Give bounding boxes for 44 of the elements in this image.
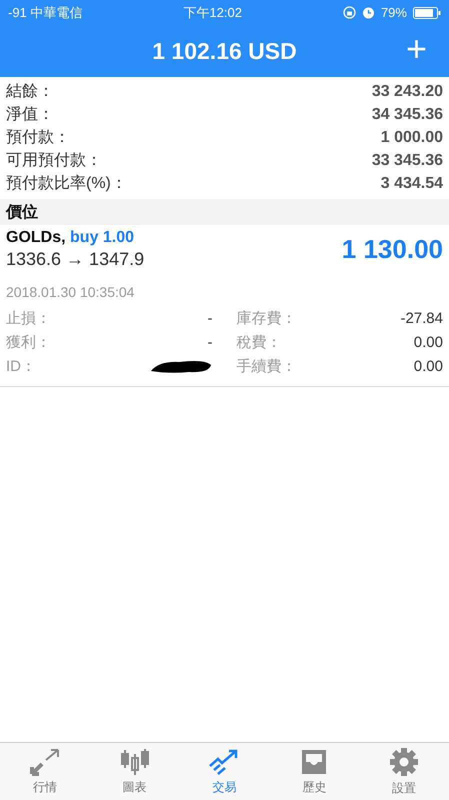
rotation-lock-icon xyxy=(342,6,356,19)
tab-bar-item[interactable]: 圖表 xyxy=(90,743,180,800)
section-title: 價位 xyxy=(6,202,38,222)
add-button[interactable]: + xyxy=(402,31,431,67)
summary-value: 3 434.54 xyxy=(380,174,443,192)
summary-label: 預付款： xyxy=(6,128,70,148)
position-symbol: GOLDs, buy 1.00 xyxy=(6,229,136,247)
settings-icon xyxy=(389,746,420,776)
detail-value: -27.84 xyxy=(400,310,443,326)
detail-label: 庫存費： xyxy=(236,308,296,328)
trend-arrow-icon xyxy=(208,748,240,776)
carrier-signal: -91 中華電信 xyxy=(8,4,82,22)
position-prices: 1336.6 → 1347.9 xyxy=(6,249,144,270)
summary-label: 可用預付款： xyxy=(6,151,102,171)
tab-bar-item[interactable]: 交易 xyxy=(180,743,270,800)
balance-title: 1 102.16 USD xyxy=(152,38,297,64)
summary-label: 結餘： xyxy=(6,82,54,102)
tab-bar-item[interactable]: 設置 xyxy=(359,743,449,800)
battery-percent: 79% xyxy=(380,5,407,20)
tab-bar-item[interactable]: 行情 xyxy=(0,743,90,800)
diagonal-arrows-icon xyxy=(30,748,60,776)
summary-label: 預付款比率(%)： xyxy=(6,174,127,194)
tab-bar-item[interactable]: 歷史 xyxy=(269,743,360,800)
detail-label: 手續費： xyxy=(236,356,296,376)
summary-label: 淨值： xyxy=(6,105,54,125)
detail-value: - xyxy=(208,334,212,350)
position-card[interactable]: GOLDs, buy 1.00 1336.6 → 1347.9 1 130.00 2018.01.30 10:35:04 止損： - 庫存費： -27.84 獲利： - 稅費： 0.00 ID： 手續費： 0.00 xyxy=(0,225,449,387)
detail-label: 獲利： xyxy=(6,332,51,352)
detail-value: - xyxy=(208,310,212,326)
detail-label: ID： xyxy=(6,356,36,376)
alarm-icon xyxy=(362,6,375,19)
summary-value: 33 243.20 xyxy=(372,82,443,100)
summary-value: 33 345.36 xyxy=(372,152,443,170)
position-profit: 1 130.00 xyxy=(342,234,443,265)
candlestick-icon xyxy=(120,748,150,776)
detail-label: 稅費： xyxy=(236,332,282,352)
detail-value: 0.00 xyxy=(414,334,443,350)
summary-value: 1 000.00 xyxy=(380,128,443,146)
detail-label: 止損： xyxy=(6,308,51,328)
summary-value: 34 345.36 xyxy=(372,106,443,124)
position-time: 2018.01.30 10:35:04 xyxy=(6,284,136,300)
detail-value: 0.00 xyxy=(414,358,443,374)
status-time: 下午12:02 xyxy=(183,4,242,22)
battery-icon xyxy=(412,6,441,18)
